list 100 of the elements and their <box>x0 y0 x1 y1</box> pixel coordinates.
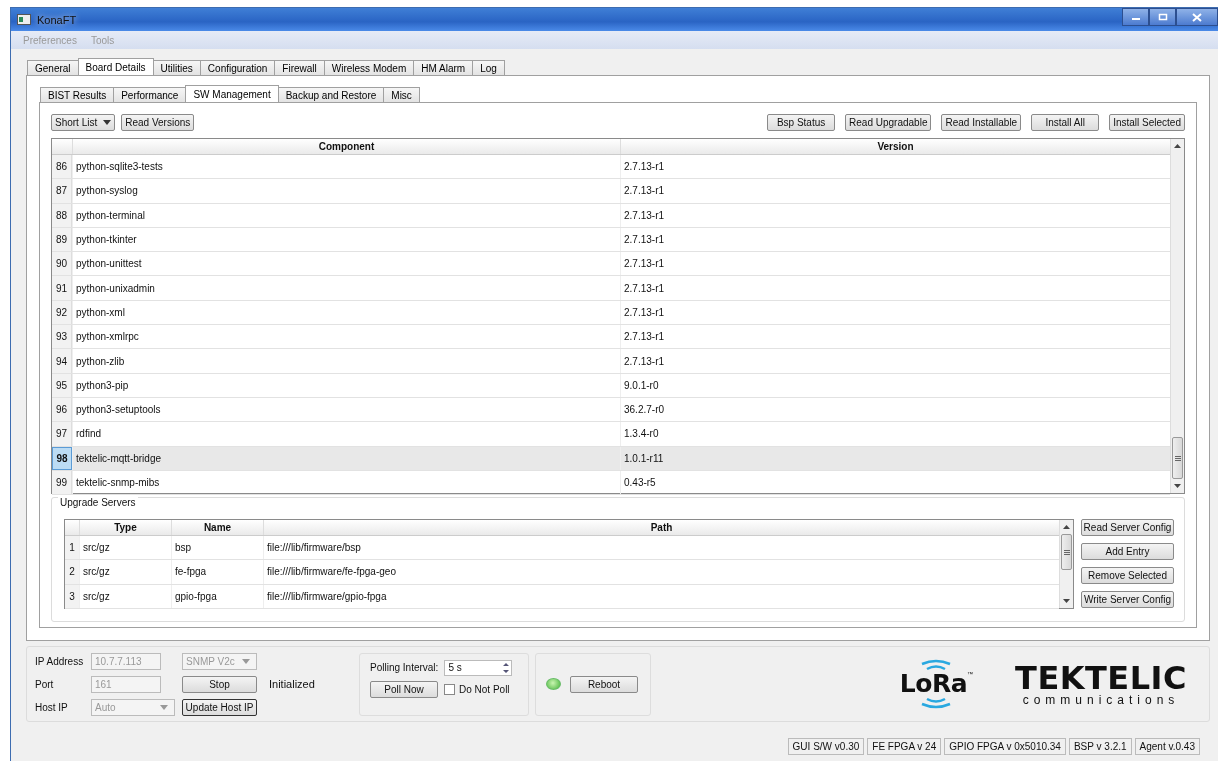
list-dropdown[interactable]: Short List <box>51 113 116 131</box>
company-logo-text: TEKTELIC <box>1015 662 1187 694</box>
table-cell: python-xml <box>72 300 620 325</box>
row-number: 93 <box>52 325 72 349</box>
maximize-icon <box>1157 13 1168 21</box>
table-row[interactable]: 99 tektelic-snmp-mibs 0.43-r5 <box>52 470 1170 496</box>
update-host-ip-button[interactable]: Update Host IP <box>182 698 257 716</box>
toolbar-button[interactable]: Read Installable <box>941 113 1022 131</box>
table-row[interactable]: 94 python-zlib 2.7.13-r1 <box>52 349 1170 374</box>
vertical-scrollbar[interactable] <box>1170 139 1184 493</box>
company-tagline: communications <box>1022 694 1180 706</box>
tab[interactable]: Log <box>472 60 505 75</box>
server-button[interactable]: Remove Selected <box>1081 567 1174 584</box>
row-number: 89 <box>52 227 72 252</box>
table-row[interactable]: 87 python-syslog 2.7.13-r1 <box>52 179 1170 204</box>
server-button[interactable]: Read Server Config <box>1081 519 1174 536</box>
scroll-up-icon[interactable] <box>1063 525 1070 529</box>
table-cell: tektelic-snmp-mibs <box>72 470 620 495</box>
tab[interactable]: General <box>27 60 79 75</box>
table-cell: python-zlib <box>72 349 620 373</box>
connection-status: Initialized <box>268 678 316 690</box>
app-icon <box>17 14 31 25</box>
tab[interactable]: BIST Results <box>40 87 115 102</box>
close-button[interactable] <box>1176 8 1218 26</box>
table-cell: src/gz <box>79 560 171 584</box>
field-label: Port <box>35 678 55 690</box>
tab[interactable]: Performance <box>113 87 187 102</box>
status-bar-item: Agent v.0.43 <box>1134 738 1200 755</box>
server-button[interactable]: Add Entry <box>1081 543 1174 560</box>
row-number: 99 <box>52 470 72 495</box>
row-number: 94 <box>52 349 72 373</box>
table-cell: tektelic-mqtt-bridge <box>72 446 620 470</box>
scroll-down-icon[interactable] <box>1174 484 1181 488</box>
table-row[interactable]: 91 python-unixadmin 2.7.13-r1 <box>52 276 1170 301</box>
table-row[interactable]: 88 python-terminal 2.7.13-r1 <box>52 203 1170 228</box>
status-bar-item: GUI S/W v0.30 <box>787 738 865 755</box>
read-versions-button[interactable]: Read Versions <box>121 113 195 131</box>
row-number: 86 <box>52 155 72 179</box>
tab[interactable]: HM Alarm <box>413 60 474 75</box>
table-cell: python-unittest <box>72 252 620 276</box>
vertical-scrollbar[interactable] <box>1059 520 1073 608</box>
stop-button[interactable]: Stop <box>182 675 257 693</box>
status-bar-item: GPIO FPGA v 0x5010.34 <box>944 738 1066 755</box>
table-cell: python-unixadmin <box>72 276 620 300</box>
table-cell: python-sqlite3-tests <box>72 155 620 179</box>
poll-now-button[interactable]: Poll Now <box>370 680 438 698</box>
column-header: Component <box>72 139 620 154</box>
table-row[interactable]: 86 python-sqlite3-tests 2.7.13-r1 <box>52 155 1170 180</box>
polling-interval-spinbox[interactable]: 5 s <box>444 659 513 676</box>
table-row[interactable]: 92 python-xml 2.7.13-r1 <box>52 300 1170 326</box>
table-row[interactable]: 98 tektelic-mqtt-bridge 1.0.1-r11 <box>52 446 1170 471</box>
table-row[interactable]: 95 python3-pip 9.0.1-r0 <box>52 373 1170 398</box>
scroll-up-icon[interactable] <box>1174 144 1181 148</box>
window-title: KonaFT <box>37 13 77 26</box>
grip-icon <box>1063 549 1070 555</box>
tab[interactable]: Firewall <box>274 60 325 75</box>
row-number: 87 <box>52 179 72 203</box>
table-cell: src/gz <box>79 584 171 608</box>
scroll-down-icon[interactable] <box>1063 599 1070 603</box>
close-icon <box>1192 12 1202 22</box>
row-number: 97 <box>52 422 72 446</box>
table-row[interactable]: 97 rdfind 1.3.4-r0 <box>52 422 1170 447</box>
dropdown-arrow-icon <box>242 658 250 664</box>
dropdown-arrow-icon <box>103 119 112 125</box>
row-number: 90 <box>52 252 72 276</box>
tab[interactable]: Board Details <box>77 58 154 75</box>
table-cell: bsp <box>171 536 263 560</box>
row-number: 95 <box>52 373 72 397</box>
maximize-button[interactable] <box>1149 8 1176 26</box>
table-row[interactable]: 90 python-unittest 2.7.13-r1 <box>52 252 1170 277</box>
server-button[interactable]: Write Server Config <box>1081 591 1174 608</box>
tab[interactable]: Wireless Modem <box>323 60 415 75</box>
tab[interactable]: Configuration <box>199 60 276 75</box>
table-cell: python-syslog <box>72 179 620 203</box>
tab[interactable]: Backup and Restore <box>277 87 385 102</box>
lora-logo-text: LoRa <box>899 671 968 697</box>
row-number: 92 <box>52 300 72 325</box>
do-not-poll-checkbox[interactable]: Do Not Poll <box>444 683 510 695</box>
toolbar-button[interactable]: Bsp Status <box>767 113 836 131</box>
dropdown-arrow-icon <box>160 704 168 710</box>
toolbar-button[interactable]: Read Upgradable <box>845 113 932 131</box>
tab[interactable]: Utilities <box>152 60 201 75</box>
row-number: 91 <box>52 276 72 300</box>
row-number: 2 <box>65 560 79 584</box>
field-label: IP Address <box>35 655 85 667</box>
table-row[interactable]: 96 python3-setuptools 36.2.7-r0 <box>52 397 1170 423</box>
reboot-button[interactable]: Reboot <box>570 675 638 693</box>
table-cell: python-tkinter <box>72 227 620 252</box>
table-cell: python-xmlrpc <box>72 325 620 349</box>
minimize-button[interactable] <box>1122 8 1149 26</box>
spin-arrows-icon <box>501 660 512 675</box>
table-row[interactable]: 93 python-xmlrpc 2.7.13-r1 <box>52 325 1170 350</box>
table-row[interactable]: 89 python-tkinter 2.7.13-r1 <box>52 227 1170 253</box>
polling-interval-label: Polling Interval: <box>370 662 439 673</box>
toolbar-button[interactable]: Install All <box>1031 113 1100 131</box>
status-bar-item: FE FPGA v 24 <box>867 738 942 755</box>
toolbar-button[interactable]: Install Selected <box>1109 113 1185 131</box>
tab[interactable]: SW Management <box>185 85 279 102</box>
tab[interactable]: Misc <box>383 87 420 102</box>
table-cell: fe-fpga <box>171 560 263 584</box>
